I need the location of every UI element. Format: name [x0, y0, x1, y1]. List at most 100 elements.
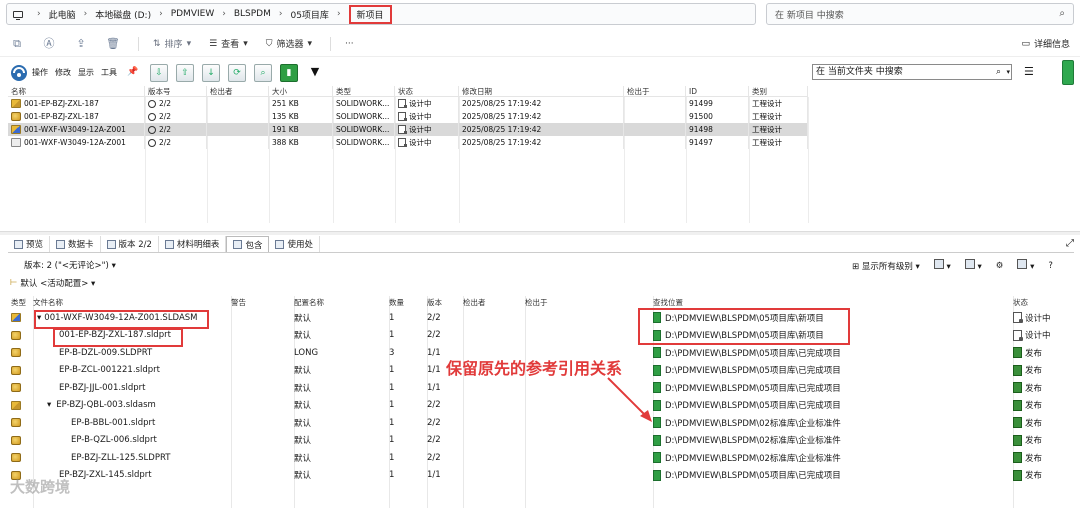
sort-icon: ⇅: [153, 38, 161, 49]
copy-icon[interactable]: ⧉: [10, 37, 24, 51]
version-selector[interactable]: 版本: 2 ("<无评论>") ▾: [24, 259, 116, 271]
tree-row[interactable]: EP-B-QZL-006.sldprt 默认 1 2/2 D:\PDMVIEW\…: [8, 432, 1074, 450]
file-state: 设计中: [409, 125, 432, 134]
col-type[interactable]: 类型: [333, 86, 395, 96]
tab-where-used[interactable]: 使用处: [269, 236, 320, 252]
view-button[interactable]: ☰ 查看 ▾: [209, 37, 248, 51]
tree-row[interactable]: EP-BZJ-ZXL-145.sldprt 默认 1 1/1 D:\PDMVIE…: [8, 467, 1074, 485]
tree-version: 1/1: [427, 382, 441, 393]
search-file-icon[interactable]: ⌕: [254, 63, 272, 82]
menu-operation[interactable]: 操作: [32, 67, 48, 78]
file-row-selected[interactable]: 001-WXF-W3049-12A-Z001 2/2 191 KB SOLIDW…: [8, 123, 808, 136]
pin-icon[interactable]: 📌: [124, 64, 142, 82]
col-size[interactable]: 大小: [269, 86, 333, 96]
pdm-search-placeholder: 在 当前文件夹 中搜索: [816, 67, 903, 77]
col-checked-at[interactable]: 检出于: [624, 86, 686, 96]
col-checked-by[interactable]: 检出者: [207, 86, 269, 96]
released-icon: [1013, 469, 1022, 481]
col-category[interactable]: 类别: [749, 86, 808, 96]
file-name: 001-WXF-W3049-12A-Z001: [24, 125, 126, 134]
file-row[interactable]: 001-EP-BZJ-ZXL-187 2/2 135 KB SOLIDWORK.…: [8, 110, 808, 123]
col-config[interactable]: 配置名称: [294, 296, 389, 309]
change-state-icon[interactable]: ⟳: [228, 63, 246, 82]
menu-tools[interactable]: 工具: [101, 67, 117, 78]
get-version-icon[interactable]: ↓: [202, 63, 220, 82]
file-category: 工程设计: [749, 136, 808, 149]
col-checked-at[interactable]: 检出于: [525, 296, 653, 309]
details-pane-button[interactable]: ▭ 详细信息: [1021, 37, 1070, 51]
col-type[interactable]: 类型: [8, 296, 33, 309]
tree-row[interactable]: EP-BZJ-ZLL-125.SLDPRT 默认 1 2/2 D:\PDMVIE…: [8, 449, 1074, 467]
pdm-search-input[interactable]: 在 当前文件夹 中搜索 ⌕ ▾: [812, 64, 1012, 80]
crumb-drive-d[interactable]: 本地磁盘 (D:): [95, 8, 151, 21]
col-location[interactable]: 查找位置: [653, 296, 1013, 309]
more-button[interactable]: ···: [345, 39, 354, 49]
menu-modify[interactable]: 修改: [55, 67, 71, 78]
show-levels-button[interactable]: ⊞ 显示所有级别 ▾: [852, 260, 920, 272]
export-icon[interactable]: ▾: [964, 259, 982, 272]
breadcrumb[interactable]: › 此电脑 › 本地磁盘 (D:) › PDMVIEW › BLSPDM › 0…: [6, 3, 756, 25]
file-checked-at: [624, 136, 686, 149]
check-out-icon[interactable]: ⇩: [150, 63, 168, 82]
tree-row[interactable]: EP-B-BBL-001.sldprt 默认 1 2/2 D:\PDMVIEW\…: [8, 414, 1074, 432]
tree-row[interactable]: 001-EP-BZJ-ZXL-187.sldprt 默认 1 2/2 D:\PD…: [8, 327, 1074, 345]
crumb-blspdm[interactable]: BLSPDM: [234, 9, 271, 19]
green-doc-icon[interactable]: ▮: [280, 63, 298, 82]
col-modified[interactable]: 修改日期: [459, 86, 624, 96]
col-version[interactable]: 版本: [427, 296, 463, 309]
search-options-icon[interactable]: ☰: [1024, 65, 1034, 78]
folder-search-input[interactable]: 在 新项目 中搜索 ⌕: [766, 3, 1074, 25]
help-icon[interactable]: ?: [1048, 261, 1053, 271]
col-file-name[interactable]: 文件名称: [33, 296, 231, 309]
green-scroll-handle[interactable]: [1062, 60, 1074, 85]
col-state[interactable]: 状态: [395, 86, 459, 96]
collapse-toggle[interactable]: ▾: [37, 313, 41, 323]
col-checked-by[interactable]: 检出者: [463, 296, 525, 309]
crumb-this-pc[interactable]: 此电脑: [49, 8, 76, 21]
menu-display[interactable]: 显示: [78, 67, 94, 78]
col-qty[interactable]: 数量: [389, 296, 427, 309]
released-icon: [1013, 399, 1022, 411]
tools-icon[interactable]: ⚙: [996, 261, 1004, 271]
filter-button[interactable]: ⛉ 筛选器 ▾: [266, 37, 312, 51]
col-version[interactable]: 版本号: [145, 86, 207, 96]
columns-icon[interactable]: ▾: [1017, 259, 1034, 272]
tab-version[interactable]: 版本 2/2: [101, 236, 159, 252]
chevron-down-icon: ▾: [243, 38, 248, 49]
tree-row[interactable]: ▾ 001-WXF-W3049-12A-Z001.SLDASM 默认 1 2/2 …: [8, 309, 1074, 327]
delete-icon[interactable]: 🗑: [106, 37, 120, 51]
col-name[interactable]: 名称: [8, 86, 145, 96]
col-state[interactable]: 状态: [1013, 296, 1073, 309]
show-levels-label: 显示所有级别: [861, 261, 913, 272]
rename-icon[interactable]: Ⓐ: [42, 37, 56, 51]
expand-icon[interactable]: ⤢: [1066, 238, 1074, 249]
tree-row[interactable]: EP-BZJ-JJL-001.sldprt 默认 1 1/1 D:\PDMVIE…: [8, 379, 1074, 397]
sort-button[interactable]: ⇅ 排序 ▾: [153, 37, 191, 51]
crumb-new-project[interactable]: 新项目: [348, 4, 392, 24]
file-checked-at: [624, 123, 686, 136]
pdm-logo-icon[interactable]: [10, 64, 28, 82]
col-id[interactable]: ID: [686, 86, 749, 96]
file-row[interactable]: 001-WXF-W3049-12A-Z001 2/2 388 KB SOLIDW…: [8, 136, 808, 149]
tab-bom[interactable]: 材料明细表: [159, 236, 227, 252]
col-warning[interactable]: 警告: [231, 296, 294, 309]
share-icon[interactable]: ⇪: [74, 37, 88, 51]
file-row[interactable]: 001-EP-BZJ-ZXL-187 2/2 251 KB SOLIDWORK.…: [8, 97, 808, 110]
tab-data-card[interactable]: 数据卡: [50, 236, 101, 252]
tree-state: 发布: [1025, 383, 1043, 394]
tree-row[interactable]: ▾ EP-BZJ-QBL-003.sldasm 默认 1 2/2 D:\PDMVI…: [8, 397, 1074, 415]
pane-splitter[interactable]: [0, 231, 1080, 235]
crumb-project-library[interactable]: 05项目库: [290, 8, 328, 21]
tree-file-name: EP-BZJ-JJL-001.sldprt: [59, 382, 146, 393]
tab-preview[interactable]: 预览: [8, 236, 51, 252]
check-in-icon[interactable]: ⇧: [176, 63, 194, 82]
filter-label: 筛选器: [276, 40, 304, 50]
save-icon[interactable]: ▾: [933, 259, 951, 272]
tree-qty: 1: [389, 400, 395, 411]
tab-contains[interactable]: 包含: [226, 236, 270, 252]
released-icon: [1013, 364, 1022, 376]
config-selector[interactable]: ⊢ 默认 <活动配置> ▾: [10, 277, 95, 289]
dropdown-arrow-icon[interactable]: ▼: [306, 64, 324, 82]
collapse-toggle[interactable]: ▾: [47, 400, 51, 410]
crumb-pdmview[interactable]: PDMVIEW: [171, 9, 215, 19]
